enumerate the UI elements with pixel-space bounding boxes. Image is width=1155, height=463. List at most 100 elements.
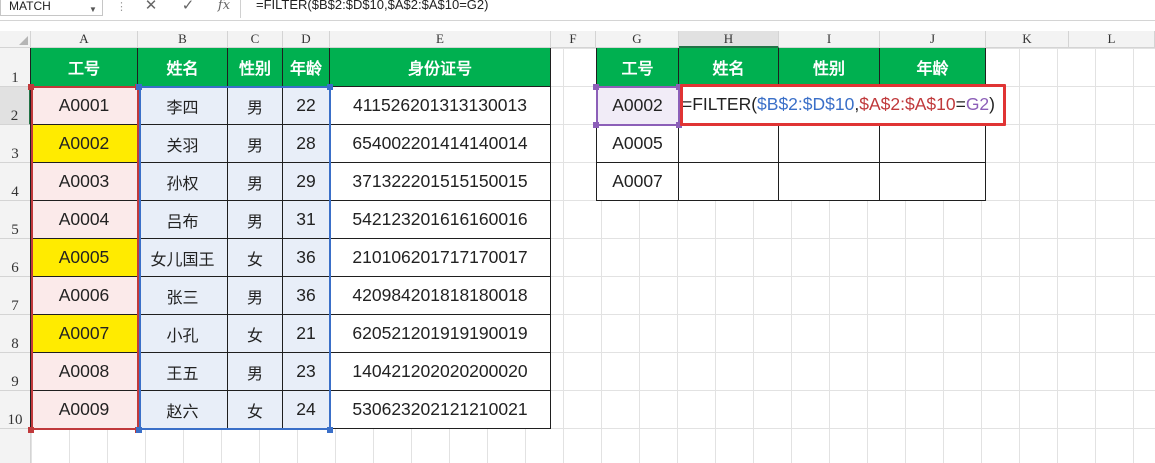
table-cell[interactable]: A0008 [31, 353, 138, 391]
header-cell-id[interactable]: 工号 [31, 48, 138, 87]
header-cell-id-number[interactable]: 身份证号 [330, 48, 551, 87]
table-cell[interactable]: A0005 [31, 239, 138, 277]
table-cell[interactable]: 吕布 [138, 201, 228, 239]
table-cell[interactable]: A0007 [31, 315, 138, 353]
table-cell[interactable]: 654002201414140014 [330, 125, 551, 163]
table-cell[interactable]: 28 [283, 125, 330, 163]
table-cell[interactable]: A0009 [31, 391, 138, 429]
row-header-6[interactable]: 6 [0, 239, 31, 277]
table-cell[interactable]: 22 [283, 87, 330, 125]
table-cell[interactable]: 210106201717170017 [330, 239, 551, 277]
lookup-id-cell[interactable]: A0005 [596, 125, 679, 163]
range-handle[interactable] [28, 84, 34, 90]
table-cell[interactable]: 男 [228, 163, 283, 201]
row-header-3[interactable]: 3 [0, 125, 31, 163]
table-cell[interactable]: 男 [228, 353, 283, 391]
row-header-2[interactable]: 2 [0, 87, 31, 125]
row-header-4[interactable]: 4 [0, 163, 31, 201]
dropdown-arrow-icon[interactable]: ▼ [89, 1, 97, 19]
formula-input[interactable]: =FILTER($B$2:$D$10,$A$2:$A$10=G2) [256, 0, 488, 14]
column-header-b[interactable]: B [138, 31, 228, 48]
column-header-l[interactable]: L [1069, 31, 1155, 48]
range-handle[interactable] [28, 427, 34, 433]
table-cell[interactable]: A0004 [31, 201, 138, 239]
range-handle[interactable] [136, 84, 142, 90]
lookup-result-cell[interactable] [880, 163, 986, 201]
table-cell[interactable]: 542123201616160016 [330, 201, 551, 239]
table-cell[interactable]: 女儿国王 [138, 239, 228, 277]
enter-icon[interactable]: ✓ [177, 0, 199, 15]
table-cell[interactable]: A0001 [31, 87, 138, 125]
column-header-f[interactable]: F [551, 31, 596, 48]
column-header-a[interactable]: A [31, 31, 138, 48]
column-header-k[interactable]: K [986, 31, 1069, 48]
select-all-corner[interactable] [0, 31, 31, 48]
table-cell[interactable]: 男 [228, 201, 283, 239]
table-cell[interactable]: 24 [283, 391, 330, 429]
row-header-10[interactable]: 10 [0, 391, 31, 429]
name-box[interactable]: MATCH ▼ [0, 0, 103, 16]
lookup-header-gender[interactable]: 性别 [779, 48, 880, 87]
table-cell[interactable]: 31 [283, 201, 330, 239]
table-cell[interactable]: 男 [228, 277, 283, 315]
table-cell[interactable]: 赵六 [138, 391, 228, 429]
table-cell[interactable]: A0006 [31, 277, 138, 315]
table-cell[interactable]: 男 [228, 87, 283, 125]
column-header-d[interactable]: D [283, 31, 330, 48]
insert-function-icon[interactable]: fx [213, 0, 235, 15]
table-cell[interactable]: 29 [283, 163, 330, 201]
table-cell[interactable]: 关羽 [138, 125, 228, 163]
table-cell[interactable]: 140421202020200020 [330, 353, 551, 391]
range-handle[interactable] [593, 122, 599, 128]
table-cell[interactable]: 21 [283, 315, 330, 353]
table-cell[interactable]: 36 [283, 239, 330, 277]
table-cell[interactable]: 371322201515150015 [330, 163, 551, 201]
lookup-header-age[interactable]: 年龄 [880, 48, 986, 87]
lookup-result-cell[interactable] [679, 125, 779, 163]
range-handle[interactable] [327, 84, 333, 90]
column-header-g[interactable]: G [596, 31, 679, 48]
lookup-header-name[interactable]: 姓名 [679, 48, 779, 87]
row-header-11[interactable] [0, 429, 31, 463]
header-cell-age[interactable]: 年龄 [283, 48, 330, 87]
cancel-icon[interactable]: ✕ [140, 0, 162, 15]
lookup-header-id[interactable]: 工号 [596, 48, 679, 87]
table-cell[interactable]: 411526201313130013 [330, 87, 551, 125]
range-handle[interactable] [327, 427, 333, 433]
table-cell[interactable]: 张三 [138, 277, 228, 315]
column-header-e[interactable]: E [330, 31, 551, 48]
table-cell[interactable]: 420984201818180018 [330, 277, 551, 315]
table-cell[interactable]: 孙权 [138, 163, 228, 201]
column-header-j[interactable]: J [880, 31, 986, 48]
column-header-h[interactable]: H [679, 31, 779, 48]
lookup-id-cell[interactable]: A0002 [596, 87, 679, 125]
table-cell[interactable]: A0002 [31, 125, 138, 163]
table-cell[interactable]: 男 [228, 125, 283, 163]
table-cell[interactable]: 23 [283, 353, 330, 391]
row-header-5[interactable]: 5 [0, 201, 31, 239]
column-header-c[interactable]: C [228, 31, 283, 48]
table-cell[interactable]: A0003 [31, 163, 138, 201]
range-handle[interactable] [593, 84, 599, 90]
row-header-1[interactable]: 1 [0, 48, 31, 87]
table-cell[interactable]: 女 [228, 239, 283, 277]
row-header-8[interactable]: 8 [0, 315, 31, 353]
lookup-id-cell[interactable]: A0007 [596, 163, 679, 201]
table-cell[interactable]: 530623202121210021 [330, 391, 551, 429]
header-cell-name[interactable]: 姓名 [138, 48, 228, 87]
header-cell-gender[interactable]: 性别 [228, 48, 283, 87]
row-header-7[interactable]: 7 [0, 277, 31, 315]
table-cell[interactable]: 小孔 [138, 315, 228, 353]
table-cell[interactable]: 女 [228, 391, 283, 429]
table-cell[interactable]: 女 [228, 315, 283, 353]
table-cell[interactable]: 620521201919190019 [330, 315, 551, 353]
lookup-result-cell[interactable] [779, 125, 880, 163]
lookup-result-cell[interactable] [779, 163, 880, 201]
table-cell[interactable]: 36 [283, 277, 330, 315]
lookup-result-cell[interactable] [679, 163, 779, 201]
range-handle[interactable] [136, 427, 142, 433]
row-header-9[interactable]: 9 [0, 353, 31, 391]
column-header-i[interactable]: I [779, 31, 880, 48]
lookup-result-cell[interactable] [880, 125, 986, 163]
table-cell[interactable]: 王五 [138, 353, 228, 391]
